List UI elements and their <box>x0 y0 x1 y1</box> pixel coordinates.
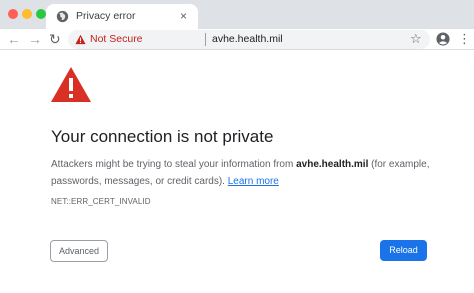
globe-icon <box>56 10 69 23</box>
security-status-label[interactable]: Not Secure <box>90 33 143 45</box>
address-bar[interactable]: Not Secure avhe.health.mil ☆ <box>68 30 430 49</box>
profile-avatar-icon[interactable] <box>436 32 450 46</box>
url-text[interactable]: avhe.health.mil <box>212 33 283 45</box>
browser-titlebar: Privacy error × <box>0 0 474 29</box>
window-minimize-button[interactable] <box>22 9 32 19</box>
warning-icon[interactable] <box>75 34 86 45</box>
active-tab[interactable]: Privacy error × <box>46 4 198 29</box>
page-heading: Your connection is not private <box>51 127 274 146</box>
error-code: NET::ERR_CERT_INVALID <box>51 197 151 206</box>
reload-button[interactable]: Reload <box>380 240 427 261</box>
large-warning-icon <box>51 67 91 102</box>
browser-toolbar: ← → ↻ Not Secure avhe.health.mil ☆ ⋮ <box>0 29 474 50</box>
kebab-menu-icon[interactable]: ⋮ <box>458 31 471 47</box>
description-host: avhe.health.mil <box>296 159 369 170</box>
learn-more-link[interactable]: Learn more <box>228 176 279 187</box>
window-zoom-button[interactable] <box>36 9 46 19</box>
description-prefix: Attackers might be trying to steal your … <box>51 159 297 170</box>
omnibox-divider <box>205 33 206 46</box>
tab-close-icon[interactable]: × <box>180 9 187 23</box>
window-close-button[interactable] <box>8 9 18 19</box>
tab-title: Privacy error <box>76 10 136 22</box>
advanced-button[interactable]: Advanced <box>50 240 108 262</box>
back-arrow-icon[interactable]: ← <box>7 31 21 47</box>
forward-arrow-icon[interactable]: → <box>28 31 42 47</box>
warning-description: Attackers might be trying to steal your … <box>51 156 431 190</box>
bookmark-star-icon[interactable]: ☆ <box>410 31 422 47</box>
reload-icon[interactable]: ↻ <box>49 31 61 47</box>
